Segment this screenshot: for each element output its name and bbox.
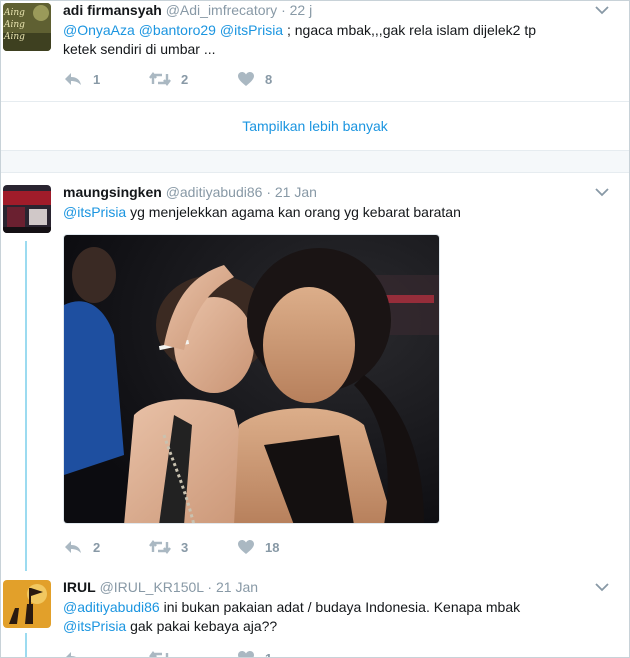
reply-icon [65, 73, 81, 85]
username[interactable]: @IRUL_KR150L [100, 579, 204, 595]
timestamp[interactable]: 21 Jan [216, 579, 258, 595]
separator: · [266, 184, 271, 200]
reply-button[interactable]: 2 [63, 537, 100, 557]
display-name[interactable]: maungsingken [63, 184, 162, 200]
photo-image [64, 235, 439, 523]
tweet-text-content: yg menjelekkan agama kan orang yg kebara… [130, 204, 461, 220]
separator: · [281, 2, 286, 18]
reply-count: 2 [93, 539, 101, 555]
retweet-button[interactable] [149, 648, 171, 657]
separator: · [207, 579, 213, 595]
heart-icon [238, 540, 254, 554]
chevron-down-icon[interactable] [595, 582, 609, 592]
tweet-text-content: ini bukan pakaian adat / budaya Indonesi… [163, 599, 521, 615]
mention-link[interactable]: @bantoro29 [139, 22, 216, 38]
like-button[interactable]: 1 [237, 648, 273, 658]
like-count: 1 [265, 650, 273, 658]
avatar[interactable]: Aing Aing Aing [3, 3, 51, 51]
username[interactable]: @aditiyabudi86 [166, 184, 263, 200]
reply-button[interactable] [63, 648, 83, 657]
mention-link[interactable]: @itsPrisia [63, 618, 126, 634]
username[interactable]: @Adi_imfrecatory [166, 2, 277, 18]
chevron-down-icon[interactable] [595, 5, 609, 15]
heart-icon [238, 651, 254, 657]
display-name[interactable]: adi firmansyah [63, 2, 162, 18]
tweet-text-content: ; ngaca mbak,,,gak rela islam dijelek2 t… [286, 22, 536, 38]
timestamp[interactable]: 21 Jan [275, 184, 317, 200]
retweet-icon [149, 540, 171, 554]
timeline: Aing Aing Aing adi firmansyah @Adi_imfre… [0, 0, 630, 658]
tweet-header: IRUL @IRUL_KR150L · 21 Jan [63, 579, 258, 595]
mention-link[interactable]: @itsPrisia [63, 204, 126, 220]
like-count: 18 [265, 539, 280, 555]
reply-count: 1 [93, 71, 101, 87]
mention-link[interactable]: @itsPrisia [220, 22, 283, 38]
show-more-button[interactable]: Tampilkan lebih banyak [1, 101, 629, 151]
tweet-text: @aditiyabudi86 ini bukan pakaian adat / … [63, 598, 583, 636]
tweet-adi-firmansyah[interactable]: Aing Aing Aing adi firmansyah @Adi_imfre… [1, 1, 629, 101]
retweet-button[interactable]: 3 [149, 537, 188, 557]
retweet-icon [149, 651, 169, 657]
avatar-text: Aing Aing Aing [4, 8, 25, 42]
reply-button[interactable]: 1 [63, 69, 100, 89]
retweet-count: 3 [181, 539, 189, 555]
retweet-count: 2 [181, 71, 189, 87]
chevron-down-icon[interactable] [595, 187, 609, 197]
tweet-text: @itsPrisia yg menjelekkan agama kan oran… [63, 203, 583, 222]
timestamp[interactable]: 22 j [290, 2, 313, 18]
avatar[interactable] [3, 580, 51, 628]
mention-link[interactable]: @OnyaAza [63, 22, 135, 38]
reply-icon [66, 652, 77, 657]
tweet-header: maungsingken @aditiyabudi86 · 21 Jan [63, 184, 317, 200]
tweet-text: @OnyaAza @bantoro29 @itsPrisia ; ngaca m… [63, 21, 583, 59]
like-count: 8 [265, 71, 273, 87]
tweet-text-content: ketek sendiri di umbar ... [63, 41, 216, 57]
display-name[interactable]: IRUL [63, 579, 96, 595]
retweet-icon [149, 72, 171, 86]
reply-icon [65, 541, 81, 553]
retweet-button[interactable]: 2 [149, 69, 188, 89]
tweet-text-content: gak pakai kebaya aja?? [130, 618, 278, 634]
tweet-photo[interactable] [63, 234, 440, 524]
heart-icon [238, 72, 254, 86]
like-button[interactable]: 18 [237, 537, 279, 557]
tweet-irul[interactable]: IRUL @IRUL_KR150L · 21 Jan @aditiyabudi8… [1, 568, 629, 658]
like-button[interactable]: 8 [237, 69, 272, 89]
avatar[interactable] [3, 185, 51, 233]
tweet-header: adi firmansyah @Adi_imfrecatory · 22 j [63, 2, 312, 18]
conversation-gap [1, 151, 629, 173]
mention-link[interactable]: @aditiyabudi86 [63, 599, 160, 615]
